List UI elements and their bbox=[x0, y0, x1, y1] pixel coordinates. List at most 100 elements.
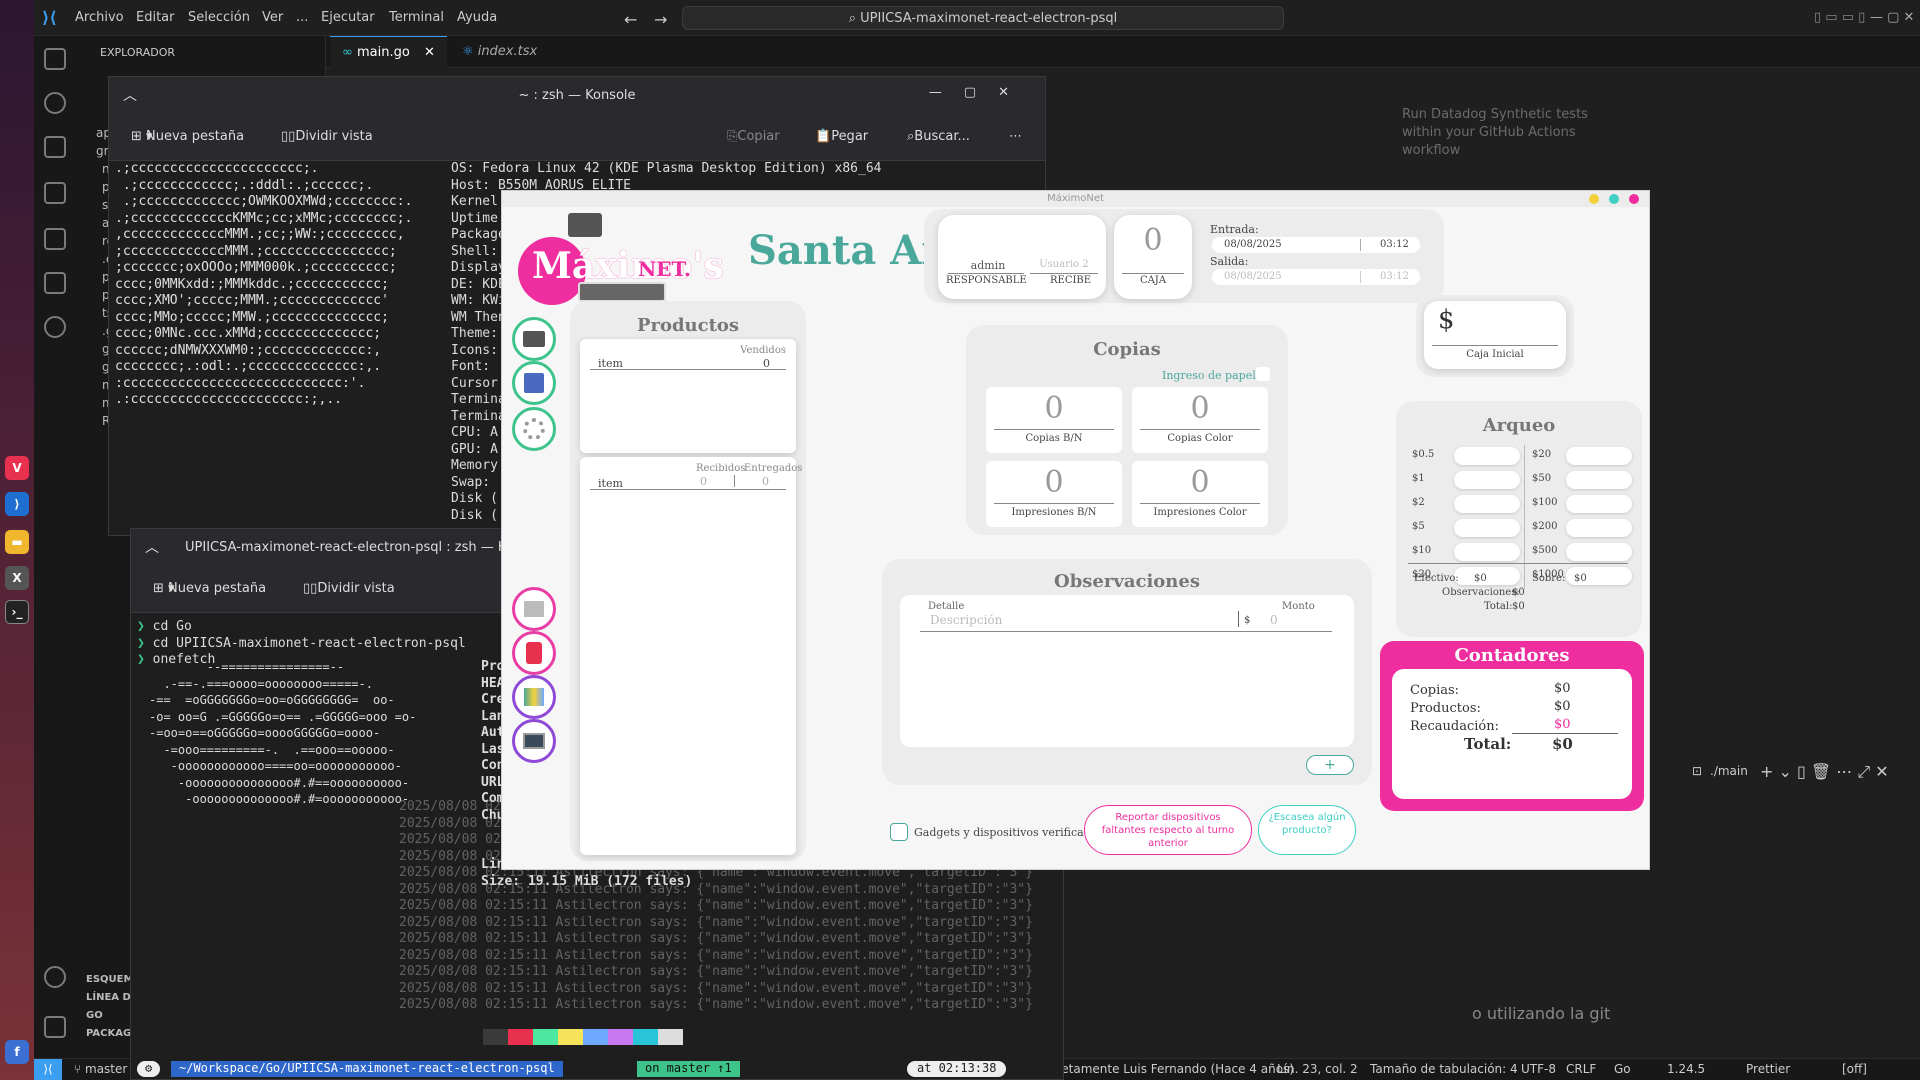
tab-index-tsx[interactable]: ⚛ index.tsx bbox=[450, 36, 549, 68]
prompt-path: ~/Workspace/Go/UPIICSA-maximonet-react-e… bbox=[171, 1061, 563, 1077]
folder-icon[interactable]: ▬ bbox=[5, 530, 29, 554]
add-observation-button[interactable]: + bbox=[1306, 755, 1354, 775]
descripcion-input[interactable]: Descripción bbox=[930, 613, 1002, 627]
search-button[interactable]: ⌕ Buscar... bbox=[907, 129, 970, 144]
ingreso-papel-checkbox[interactable] bbox=[1256, 367, 1270, 381]
menu-terminal[interactable]: Terminal bbox=[389, 10, 444, 25]
entrada-field[interactable]: 08/08/2025 03:12 bbox=[1212, 237, 1420, 253]
monto-input[interactable]: 0 bbox=[1270, 613, 1278, 627]
chevron-up-icon[interactable]: ︿ bbox=[123, 85, 137, 105]
settings-gear-icon-app[interactable] bbox=[512, 407, 556, 451]
status-encoding[interactable]: UTF-8 bbox=[1521, 1062, 1556, 1076]
copias-cell[interactable]: 0 Impresiones Color bbox=[1132, 461, 1268, 527]
responsable-name[interactable]: admin bbox=[960, 259, 1016, 272]
denomination-input[interactable] bbox=[1566, 447, 1632, 465]
status-language[interactable]: Go bbox=[1614, 1062, 1631, 1076]
menu-editar[interactable]: Editar bbox=[136, 10, 175, 25]
account-icon[interactable] bbox=[44, 966, 66, 988]
printer-nav-icon[interactable] bbox=[512, 317, 556, 361]
denomination-input[interactable] bbox=[1454, 495, 1520, 513]
layout-icons[interactable]: ▯ ▭ ▭ ▯ bbox=[1814, 10, 1865, 25]
minimize-dot[interactable] bbox=[1589, 194, 1599, 204]
menu-archivo[interactable]: Archivo bbox=[75, 10, 124, 25]
testing-icon[interactable] bbox=[44, 272, 66, 294]
remote-indicator-icon[interactable]: ⟩⟨ bbox=[34, 1059, 62, 1080]
status-tab-size[interactable]: Tamaño de tabulación: 4 bbox=[1370, 1062, 1518, 1076]
gadgets-checkbox[interactable] bbox=[890, 823, 908, 841]
chevron-up-icon[interactable]: ︿ bbox=[145, 537, 159, 557]
forward-arrow-icon[interactable]: → bbox=[654, 10, 667, 29]
menu-icon[interactable]: ⋯ bbox=[1009, 129, 1022, 144]
source-control-icon[interactable] bbox=[44, 136, 66, 158]
caja-inicial-card[interactable]: $ Caja Inicial bbox=[1424, 301, 1566, 369]
outline-section[interactable]: GO bbox=[86, 1010, 103, 1021]
denomination-input[interactable] bbox=[1566, 471, 1632, 489]
copias-cell[interactable]: 0 Copias B/N bbox=[986, 387, 1122, 453]
menu-more[interactable]: ... bbox=[296, 10, 308, 25]
remote-icon[interactable] bbox=[44, 316, 66, 338]
divider bbox=[994, 503, 1114, 504]
supplies-icon[interactable] bbox=[512, 675, 556, 719]
search-activity-icon[interactable] bbox=[44, 92, 66, 114]
command-center-search[interactable]: ⌕ UPIICSA-maximonet-react-electron-psql bbox=[682, 6, 1284, 30]
save-icon[interactable] bbox=[512, 361, 556, 405]
menu-seleccion[interactable]: Selección bbox=[188, 10, 250, 25]
monitor-icon[interactable] bbox=[512, 719, 556, 763]
paste-button[interactable]: 📋 Pegar bbox=[815, 129, 868, 144]
window-controls-icons[interactable]: —▢✕ bbox=[929, 85, 1031, 100]
nintendo-switch-icon[interactable] bbox=[512, 631, 556, 675]
escasea-producto-button[interactable]: ¿Escasea algún producto? bbox=[1258, 805, 1356, 855]
status-blame[interactable]: Usted, hace 3 meses • Cambiando proyecto… bbox=[1054, 1062, 1294, 1076]
denomination-input[interactable] bbox=[1454, 543, 1520, 561]
divider bbox=[1140, 429, 1260, 430]
app-titlebar: MáximoNet bbox=[502, 191, 1649, 207]
extensions-icon[interactable] bbox=[44, 228, 66, 250]
new-tab-button[interactable]: ⊞ Nueva pestaña ▾ bbox=[131, 129, 244, 144]
status-eol[interactable]: CRLF bbox=[1566, 1062, 1596, 1076]
settings-gear-icon[interactable] bbox=[44, 1016, 66, 1038]
salida-field[interactable]: 08/08/2025 03:12 bbox=[1212, 269, 1420, 285]
copias-grid: 0 Copias B/N 0 Copias Color 0 Impresiones B/N… bbox=[986, 387, 1270, 527]
back-arrow-icon[interactable]: ← bbox=[624, 10, 637, 29]
fedora-icon[interactable]: f bbox=[5, 1040, 29, 1064]
status-line-col[interactable]: Lín. 23, col. 2 bbox=[1277, 1062, 1358, 1076]
window-controls[interactable]: — ▢ ✕ bbox=[1870, 10, 1914, 25]
menu-ejecutar[interactable]: Ejecutar bbox=[321, 10, 375, 25]
denomination-input[interactable] bbox=[1566, 495, 1632, 513]
maximize-dot[interactable] bbox=[1609, 194, 1619, 204]
terminal-label[interactable]: ./main bbox=[1710, 764, 1748, 778]
menu-ayuda[interactable]: Ayuda bbox=[457, 10, 497, 25]
menu-ver[interactable]: Ver bbox=[262, 10, 283, 25]
status-branch[interactable]: ⑂ master bbox=[74, 1062, 127, 1076]
terminal-actions-icons[interactable]: + ⌄ ▯ 🗑 ⋯ ⤢ ✕ bbox=[1760, 762, 1889, 782]
denomination-input[interactable] bbox=[1454, 447, 1520, 465]
tab-main-go[interactable]: ∞ main.go ✕ bbox=[330, 36, 447, 68]
split-view-button-2[interactable]: ▯▯ Dividir vista bbox=[303, 581, 395, 596]
denomination-input[interactable] bbox=[1454, 567, 1520, 585]
close-dot[interactable] bbox=[1629, 194, 1639, 204]
copy-button[interactable]: ⎘ Copiar bbox=[727, 129, 780, 144]
ascii-line: .;ccccccccccccc;OWMKOOXMWd;cccccccc:. bbox=[115, 194, 413, 209]
terminal-taskbar-icon[interactable]: ›_ bbox=[5, 600, 29, 624]
vivaldi-icon[interactable]: V bbox=[5, 456, 29, 480]
edit-document-icon[interactable] bbox=[512, 587, 556, 631]
status-prettier[interactable]: Prettier bbox=[1746, 1062, 1790, 1076]
ascii-line: cccccc;dNMWXXXWM0:;ccccccccccccc:, bbox=[115, 342, 382, 358]
denomination-input[interactable] bbox=[1454, 471, 1520, 489]
app-x-icon[interactable]: X bbox=[5, 566, 29, 590]
reportar-faltantes-button[interactable]: Reportar dispositivos faltantes respecto… bbox=[1084, 805, 1252, 855]
vscode-taskbar-icon[interactable]: ⟩ bbox=[5, 492, 29, 516]
status-off[interactable]: [off] bbox=[1842, 1062, 1867, 1076]
new-tab-button-2[interactable]: ⊞ Nueva pestaña ▾ bbox=[153, 581, 266, 596]
copias-cell[interactable]: 0 Impresiones B/N bbox=[986, 461, 1122, 527]
denomination-input[interactable] bbox=[1454, 519, 1520, 537]
run-debug-icon[interactable] bbox=[44, 182, 66, 204]
recibe-name[interactable]: Usuario 2 bbox=[1032, 259, 1096, 270]
files-icon[interactable] bbox=[44, 48, 66, 70]
status-go-version[interactable]: 1.24.5 bbox=[1667, 1062, 1705, 1076]
copias-cell[interactable]: 0 Copias Color bbox=[1132, 387, 1268, 453]
split-view-button[interactable]: ▯▯ Dividir vista bbox=[281, 129, 373, 144]
denomination-label: $10 bbox=[1412, 545, 1432, 556]
denomination-input[interactable] bbox=[1566, 519, 1632, 537]
denomination-input[interactable] bbox=[1566, 543, 1632, 561]
